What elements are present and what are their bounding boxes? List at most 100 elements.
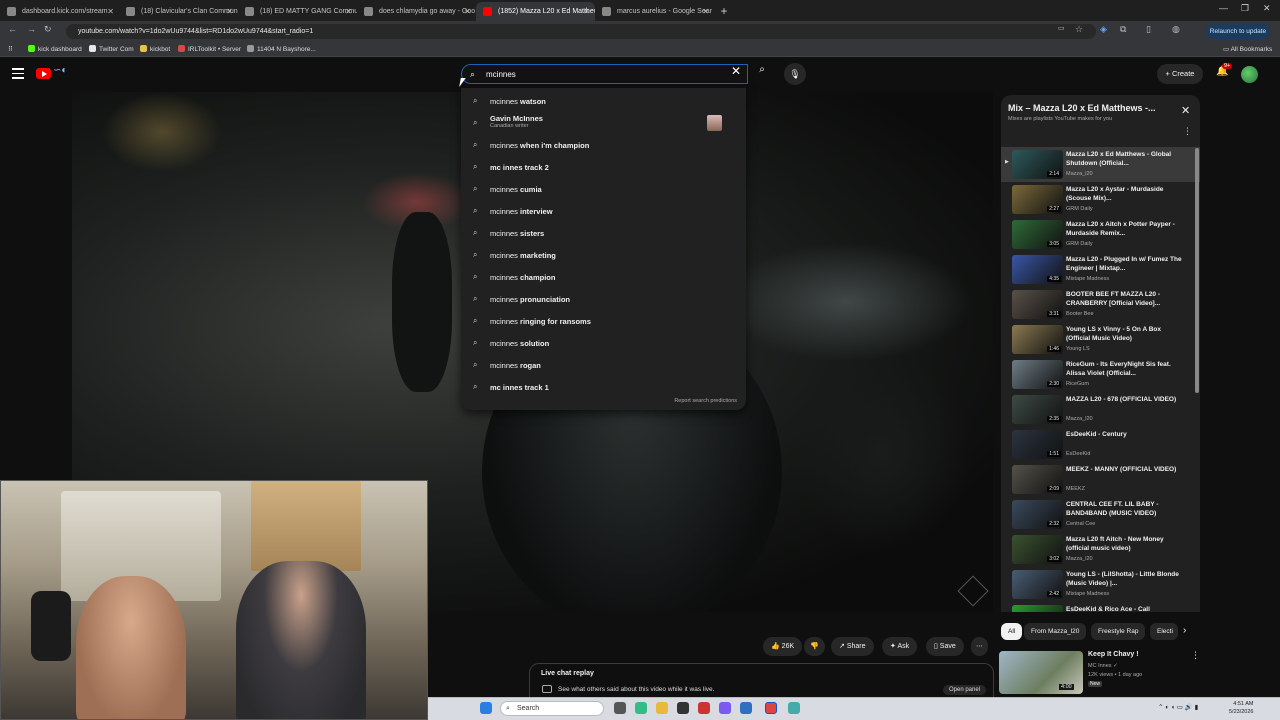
close-tab-icon[interactable]: ✕ xyxy=(464,2,471,21)
more-vert-icon[interactable]: ⋮ xyxy=(1191,650,1200,661)
reload-icon[interactable]: ↻ xyxy=(44,24,52,35)
search-suggestion[interactable]: ⌕ mcinnes rogan xyxy=(461,354,746,376)
cast-icon[interactable]: ▭ xyxy=(1058,24,1065,32)
minimize-icon[interactable]: — xyxy=(1219,3,1228,13)
search-suggestion[interactable]: ⌕ mcinnes solution xyxy=(461,332,746,354)
sidepanel-icon[interactable]: ▯ xyxy=(1146,24,1151,35)
report-predictions-link[interactable]: Report search predictions xyxy=(674,398,737,404)
hamburger-menu-icon[interactable] xyxy=(12,68,24,79)
bookmark-item[interactable]: kick dashboard xyxy=(28,45,82,53)
browser-tab[interactable]: (18) ED MATTY GANG Commu ✕ xyxy=(238,2,357,21)
more-vert-icon[interactable]: ⋮ xyxy=(1183,126,1192,137)
system-tray[interactable]: ⌃ ◐ ◖ ▭ 🔊 ▮ xyxy=(1158,703,1198,711)
search-suggestion[interactable]: ⌕ mcinnes ringing for ransoms xyxy=(461,310,746,332)
relaunch-button[interactable]: Relaunch to update xyxy=(1206,24,1270,39)
share-button[interactable]: ↗ Share xyxy=(831,637,874,656)
video-thumbnail[interactable]: 2:30 xyxy=(1012,360,1063,389)
bookmark-item[interactable]: 11404 N Bayshore... xyxy=(247,45,316,53)
apps-icon[interactable]: ⠿ xyxy=(8,45,13,53)
filter-chip[interactable]: Electi xyxy=(1150,623,1178,640)
browser-tab[interactable]: (18) Clavicular's Clan Commun ✕ xyxy=(119,2,238,21)
close-tab-icon[interactable]: ✕ xyxy=(226,2,233,21)
close-tab-icon[interactable]: ✕ xyxy=(702,2,709,21)
playlist-item[interactable]: 3:02 Mazza L20 ft Aitch - New Money (offi… xyxy=(1001,532,1200,567)
youtube-logo[interactable] xyxy=(36,68,51,79)
back-icon[interactable]: ← xyxy=(8,24,17,34)
browser-tab[interactable]: dashboard.kick.com/stream ✕ xyxy=(0,2,119,21)
windows-start-icon[interactable] xyxy=(480,702,492,714)
discord-icon[interactable] xyxy=(740,702,752,714)
video-thumbnail[interactable]: 2:32 xyxy=(1012,500,1063,529)
save-button[interactable]: ▯ Save xyxy=(926,637,964,656)
more-horiz-icon[interactable]: ⋯ xyxy=(971,637,988,656)
browser-tab[interactable]: marcus aurelius - Google Sear ✕ xyxy=(595,2,714,21)
video-title[interactable]: Keep It Chavy ! xyxy=(1088,651,1139,658)
video-thumbnail[interactable]: 4:35 xyxy=(1012,255,1063,284)
search-suggestion[interactable]: ⌕ Gavin McInnes Canadian writer xyxy=(461,112,746,134)
close-tab-icon[interactable]: ✕ xyxy=(107,2,114,21)
all-bookmarks[interactable]: ▭ All Bookmarks xyxy=(1223,45,1272,53)
create-button[interactable]: + Create xyxy=(1157,64,1203,84)
address-bar[interactable]: youtube.com/watch?v=1do2wUu9744&list=RD1… xyxy=(66,24,1096,39)
ask-button[interactable]: ✦ Ask xyxy=(882,637,918,656)
app2-icon[interactable] xyxy=(788,702,800,714)
clear-search-icon[interactable]: ✕ xyxy=(731,64,741,78)
playlist-item[interactable]: 2:35 MAZZA L20 - 678 (OFFICIAL VIDEO) Mazz… xyxy=(1001,392,1200,427)
video-thumbnail[interactable]: 3:05 xyxy=(1012,220,1063,249)
taskbar-clock[interactable]: 4:51 AM 5/23/2026 xyxy=(1229,700,1253,716)
video-thumbnail[interactable]: 1:46 xyxy=(1012,325,1063,354)
close-tab-icon[interactable]: ✕ xyxy=(345,2,352,21)
search-suggestion[interactable]: ⌕ mcinnes marketing xyxy=(461,244,746,266)
obs-icon[interactable] xyxy=(677,702,689,714)
search-suggestion[interactable]: ⌕ mcinnes when i'm champion xyxy=(461,134,746,156)
playlist-item[interactable]: EsDeeKid & Rico Ace - Call xyxy=(1001,602,1200,612)
bookmark-star-icon[interactable]: ☆ xyxy=(1075,24,1083,35)
video-thumbnail[interactable]: 2:09 xyxy=(1012,465,1063,494)
profile-icon[interactable]: ◍ xyxy=(1172,24,1180,35)
filter-chip[interactable]: All xyxy=(1001,623,1023,640)
playlist-item[interactable]: 3:31 BOOTER BEE FT MAZZA L20 - CRANBERRY … xyxy=(1001,287,1200,322)
new-tab-button[interactable]: + xyxy=(714,2,734,21)
extension-icon[interactable]: ◈ xyxy=(1100,24,1107,35)
filter-chip[interactable]: From Mazza_l20 xyxy=(1024,623,1087,640)
channel-name[interactable]: MC Innes ✓ xyxy=(1088,663,1118,669)
like-button[interactable]: 👍 26K xyxy=(763,637,803,656)
search-suggestion[interactable]: ⌕ mc innes track 2 xyxy=(461,156,746,178)
edge-icon[interactable] xyxy=(635,702,647,714)
playlist-scrollbar[interactable] xyxy=(1195,148,1199,393)
app-icon[interactable] xyxy=(719,702,731,714)
playlist-item[interactable]: 3:05 Mazza L20 x Aitch x Potter Payper - … xyxy=(1001,217,1200,252)
video-thumbnail[interactable] xyxy=(1012,605,1063,612)
bookmark-item[interactable]: IRLToolkit • Server xyxy=(178,45,241,53)
open-panel-button[interactable]: Open panel xyxy=(943,685,987,695)
recommended-video[interactable]: 4:00 Keep It Chavy ! MC Innes ✓ 12K view… xyxy=(999,648,1200,694)
playlist-item[interactable]: 1:46 Young LS x Vinny - 5 On A Box (Offic… xyxy=(1001,322,1200,357)
browser-tab[interactable]: does chlamydia go away - Goo ✕ xyxy=(357,2,476,21)
bookmark-item[interactable]: Twitter Com xyxy=(89,45,134,53)
video-thumbnail[interactable]: 3:02 xyxy=(1012,535,1063,564)
chevron-right-icon[interactable]: › xyxy=(1183,625,1186,636)
close-tab-icon[interactable]: ✕ xyxy=(583,2,590,21)
video-thumbnail[interactable]: 2:14 xyxy=(1012,150,1063,179)
playlist-item[interactable]: 2:27 Mazza L20 x Aystar - Murdaside (Scou… xyxy=(1001,182,1200,217)
playlist-item[interactable]: 1:51 EsDeeKid - Century EsDeeKid xyxy=(1001,427,1200,462)
close-window-icon[interactable]: ✕ xyxy=(1263,3,1271,14)
search-suggestion[interactable]: ⌕ mc innes track 1 xyxy=(461,376,746,398)
playlist-title[interactable]: Mix – Mazza L20 x Ed Matthews -... xyxy=(1008,103,1180,113)
maximize-icon[interactable]: ❐ xyxy=(1241,3,1249,14)
search-box[interactable]: ⌕ xyxy=(461,64,748,84)
playlist-item[interactable]: 2:09 MEEKZ - MANNY (OFFICIAL VIDEO) MEEKZ xyxy=(1001,462,1200,497)
search-button[interactable]: ⌕ xyxy=(750,64,774,84)
search-suggestion[interactable]: ⌕ mcinnes watson xyxy=(461,90,746,112)
video-thumbnail[interactable]: 1:51 xyxy=(1012,430,1063,459)
taskbar-search[interactable]: ⌕ Search xyxy=(500,701,604,716)
forward-icon[interactable]: → xyxy=(27,24,36,34)
microphone-icon[interactable]: 🎙 xyxy=(784,63,806,85)
file-explorer-icon[interactable] xyxy=(656,702,668,714)
chrome-active-icon[interactable] xyxy=(765,702,777,714)
playlist-item[interactable]: 2:42 Young LS - (LilShotta) - Little Blon… xyxy=(1001,567,1200,602)
search-suggestion[interactable]: ⌕ mcinnes cumia xyxy=(461,178,746,200)
search-input[interactable] xyxy=(486,68,726,81)
video-thumbnail[interactable]: 2:42 xyxy=(1012,570,1063,599)
close-icon[interactable]: ✕ xyxy=(1181,104,1190,117)
